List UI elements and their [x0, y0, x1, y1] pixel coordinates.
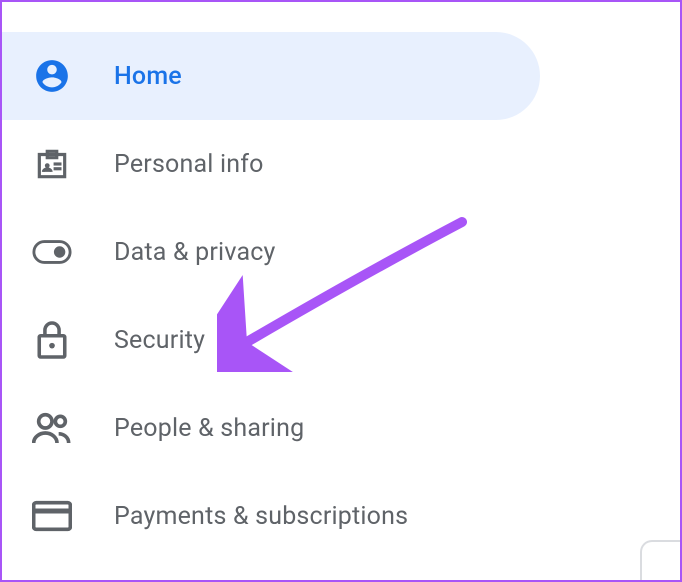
sidebar-item-label: Security — [114, 326, 205, 355]
person-circle-icon — [32, 56, 72, 96]
badge-icon — [32, 144, 72, 184]
sidebar-item-label: Personal info — [114, 150, 264, 179]
sidebar-nav: Home Personal info Data & privacy — [2, 2, 680, 560]
card-icon — [32, 496, 72, 536]
sidebar-item-home[interactable]: Home — [2, 32, 540, 120]
lock-icon — [32, 320, 72, 360]
sidebar-item-label: People & sharing — [114, 414, 304, 443]
sidebar-item-security[interactable]: Security — [2, 296, 680, 384]
floating-widget-corner — [640, 540, 680, 580]
people-icon — [32, 408, 72, 448]
sidebar-item-label: Payments & subscriptions — [114, 502, 408, 531]
sidebar-item-label: Data & privacy — [114, 238, 276, 267]
sidebar-item-data-privacy[interactable]: Data & privacy — [2, 208, 680, 296]
sidebar-item-people-sharing[interactable]: People & sharing — [2, 384, 680, 472]
sidebar-item-payments[interactable]: Payments & subscriptions — [2, 472, 680, 560]
sidebar-item-personal-info[interactable]: Personal info — [2, 120, 680, 208]
sidebar-item-label: Home — [114, 62, 182, 91]
toggle-icon — [32, 232, 72, 272]
